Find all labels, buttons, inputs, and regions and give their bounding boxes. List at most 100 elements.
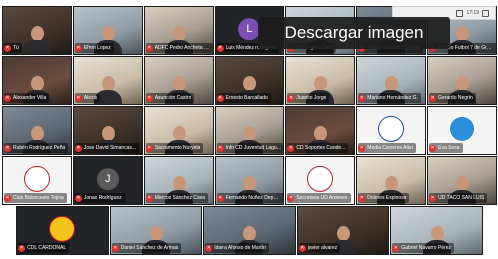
participant-tile[interactable]: ✕ Alexander Villa (2, 56, 72, 105)
participant-tile[interactable]: ✕ Daniel Sánchez de Armas (109, 206, 203, 255)
mic-muted-icon: ✕ (287, 194, 295, 202)
participant-nameplate: ✕ Gabriel Navarro Pérez (392, 243, 455, 253)
participant-tile[interactable]: ✕ Gerardo Negrín (427, 56, 497, 105)
participant-nameplate: ✕ Eva Sosa (429, 143, 463, 153)
mic-muted-icon: ✕ (74, 44, 82, 52)
mic-muted-icon: ✕ (358, 94, 366, 102)
participant-name: Eva Sosa (438, 145, 460, 151)
participant-tile[interactable]: ✕ Efren Lopez (72, 6, 143, 55)
participant-name: Alexander Villa (13, 95, 47, 101)
mic-muted-icon: ✕ (358, 194, 366, 202)
mic-muted-icon: ✕ (205, 244, 213, 252)
participant-tile[interactable]: ✕ CD Soportes Cande... (285, 106, 356, 155)
participant-name: UD TACO SAN LUIS (438, 195, 485, 201)
participant-nameplate: ✕ Ernesto Barcallado (216, 93, 271, 103)
participant-tile[interactable]: ✕ ADFC Pedro Ancheta F... (143, 6, 214, 55)
participant-tile[interactable]: ✕ Marcos Sánchez Cava (143, 156, 214, 205)
participant-nameplate: ✕ Rubén Rodríguez Peña (4, 143, 69, 153)
participant-name: Secretaria UD Ardenes (296, 195, 348, 201)
participant-tile[interactable]: ✕ Secretaria UD Ardenes (285, 156, 356, 205)
mic-muted-icon: ✕ (358, 144, 366, 152)
participant-nameplate: ✕ ADFC Pedro Ancheta F... (145, 43, 213, 53)
mic-muted-icon: ✕ (145, 94, 153, 102)
participant-tile[interactable]: ✕ Jose David Simancas... (72, 106, 143, 155)
mic-muted-icon: ✕ (216, 194, 224, 202)
participant-nameplate: ✕ CD Soportes Cande... (287, 143, 349, 153)
participant-name: Efren Lopez (83, 45, 111, 51)
participant-tile[interactable]: ✕ Sacramento Nuryela (143, 106, 214, 155)
participant-name: Rubén Rodríguez Peña (13, 145, 66, 151)
participant-nameplate: ✕ Gerardo Negrín (429, 93, 476, 103)
participant-name: Juanito Jorge (296, 95, 327, 101)
participant-tile[interactable]: ✕ Fernando Nuñez Deportes (214, 156, 285, 205)
mic-muted-icon: ✕ (216, 44, 224, 52)
participant-tile[interactable]: ✕ Gabriel Navarro Pérez (390, 206, 483, 255)
participant-tile[interactable]: ✕ Eva Sosa (427, 106, 497, 155)
mic-muted-icon: ✕ (216, 144, 224, 152)
participant-tile[interactable]: ✕ Asunción Castro (143, 56, 214, 105)
participant-name: CDL CARDONAL (27, 245, 67, 251)
participant-tile[interactable]: ✕ Idaira Afonso de Martín (203, 206, 296, 255)
participant-tile[interactable]: ✕ Rubén Rodríguez Peña (2, 106, 72, 155)
participant-tile[interactable]: J ✕ Jonas Rodríguez (72, 156, 143, 205)
participant-nameplate: ✕ Info CD Juventud Lagu... (216, 143, 284, 153)
participant-nameplate: ✕ Alexis (74, 93, 101, 103)
download-image-tooltip: Descargar imagen (258, 17, 450, 49)
mic-muted-icon: ✕ (287, 144, 295, 152)
clock: 17:19 (466, 10, 479, 16)
participant-nameplate: ✕ Juanito Jorge (287, 93, 330, 103)
participant-name: Idaira Afonso de Martín (214, 245, 266, 251)
participant-nameplate: ✕ Daniel Sánchez de Armas (111, 243, 182, 253)
participant-nameplate: ✕ Jose David Simancas... (74, 143, 140, 153)
participant-tile[interactable]: ✕ Tú (2, 6, 72, 55)
participant-tile[interactable]: ✕ javier alvarez (296, 206, 390, 255)
window-icon[interactable] (456, 9, 464, 17)
participant-nameplate: ✕ Asunción Castro (145, 93, 195, 103)
participant-tile[interactable]: ✕ Club Baloncesto Tejina (2, 156, 72, 205)
mic-muted-icon: ✕ (429, 194, 437, 202)
mic-muted-icon: ✕ (287, 94, 295, 102)
participant-name: CD Soportes Cande... (296, 145, 346, 151)
participant-nameplate: ✕ Sacramento Nuryela (145, 143, 204, 153)
participant-name: Fernando Nuñez Deportes (225, 195, 281, 201)
participant-tile[interactable]: ✕ Juanito Jorge (285, 56, 356, 105)
participant-name: Gerardo Negrín (438, 95, 473, 101)
club-logo-icon (23, 165, 50, 192)
settings-icon[interactable] (482, 9, 489, 17)
mic-muted-icon: ✕ (145, 44, 153, 52)
participant-name: Jonas Rodríguez (83, 195, 122, 201)
mic-muted-icon: ✕ (4, 194, 11, 202)
mic-muted-icon: ✕ (298, 244, 306, 252)
participant-nameplate: ✕ Secretaria UD Ardenes (287, 193, 351, 203)
participant-name: Alexis (83, 95, 98, 101)
participant-nameplate: ✕ Tú (4, 43, 22, 53)
participant-nameplate: ✕ Mariano Hernández G. (358, 93, 421, 103)
participant-tile[interactable]: ✕ Mariano Hernández G. (356, 56, 427, 105)
participant-tile[interactable]: ✕ Dolores Espinosa (356, 156, 427, 205)
participant-nameplate: ✕ Alexander Villa (4, 93, 50, 103)
participant-tile[interactable]: ✕ UD TACO SAN LUIS (427, 156, 497, 205)
participant-tile[interactable]: ✕ Alexis (72, 56, 143, 105)
participant-name: Ernesto Barcallado (225, 95, 268, 101)
club-logo-icon (307, 165, 334, 192)
participant-nameplate: ✕ Fernando Nuñez Deportes (216, 193, 284, 203)
mic-muted-icon: ✕ (111, 244, 119, 252)
mic-muted-icon: ✕ (216, 94, 224, 102)
participant-tile[interactable]: ✕ Media Cisneros Alter (356, 106, 427, 155)
participant-nameplate: ✕ javier alvarez (298, 243, 341, 253)
participant-name: Info CD Juventud Lagu... (225, 145, 281, 151)
participant-tile[interactable]: ✕ Ernesto Barcallado (214, 56, 285, 105)
participant-nameplate: ✕ Media Cisneros Alter (358, 143, 417, 153)
participant-name: Gabriel Navarro Pérez (401, 245, 452, 251)
mic-muted-icon: ✕ (4, 44, 11, 52)
participant-nameplate: ✕ Club Baloncesto Tejina (4, 193, 67, 203)
participant-name: Dolores Espinosa (367, 195, 407, 201)
mic-muted-icon: ✕ (145, 194, 153, 202)
participant-nameplate: ✕ Dolores Espinosa (358, 193, 410, 203)
participant-nameplate: ✕ Jonas Rodríguez (74, 193, 125, 203)
participant-tile[interactable]: ✕ Info CD Juventud Lagu... (214, 106, 285, 155)
mic-muted-icon: ✕ (18, 244, 26, 252)
participant-nameplate: ✕ CDL CARDONAL (18, 243, 70, 253)
participant-tile[interactable]: ✕ CDL CARDONAL (16, 206, 109, 255)
participant-name: Tú (13, 45, 19, 51)
